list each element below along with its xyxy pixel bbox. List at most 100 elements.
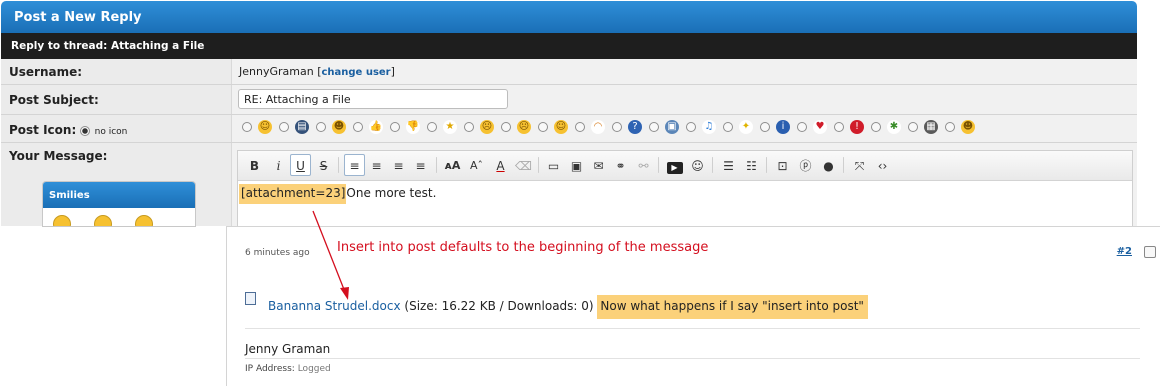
bug-icon: ✱ — [887, 119, 901, 134]
align-left-icon[interactable]: ≡ — [344, 154, 365, 176]
ip-value: Logged — [297, 364, 331, 374]
question-icon: ? — [628, 119, 642, 134]
message-editor: B i U S ≡ ≡ ≡ ≡ ᴀA Aˆ A ⌫ ▭ ▣ ✉ ⚭ ⚯ ▶ ☺ … — [237, 150, 1133, 230]
post-icon-radio[interactable] — [538, 121, 548, 132]
post-icon-radio[interactable] — [279, 121, 289, 132]
numbered-list-icon[interactable]: ☷ — [741, 154, 762, 176]
underline-button[interactable]: U — [290, 154, 311, 176]
post-icon-radio[interactable] — [242, 121, 252, 132]
thumbs-down-icon: 👎 — [406, 119, 420, 134]
post-icon-radio[interactable] — [834, 121, 844, 132]
ip-address: IP Address: Logged — [245, 364, 331, 374]
post-icon-radio[interactable] — [871, 121, 881, 132]
editor-toolbar: B i U S ≡ ≡ ≡ ≡ ᴀA Aˆ A ⌫ ▭ ▣ ✉ ⚭ ⚯ ▶ ☺ … — [238, 151, 1132, 181]
unlink-icon[interactable]: ⚯ — [633, 154, 654, 176]
source-mode-icon[interactable]: ‹› — [872, 154, 893, 176]
post-icon-radio[interactable] — [464, 121, 474, 132]
username-label: Username: — [9, 65, 83, 79]
post-icon-radio[interactable] — [612, 121, 622, 132]
music-icon: ♫ — [702, 119, 716, 134]
toolbar-divider — [712, 157, 713, 173]
font-icon[interactable]: ᴀA — [442, 154, 463, 176]
smile-icon[interactable] — [53, 215, 71, 226]
attachment-row: Bananna Strudel.docx (Size: 16.22 KB / D… — [245, 292, 868, 319]
post-number-link[interactable]: #2 — [1117, 246, 1132, 257]
post-icon-radio[interactable] — [649, 121, 659, 132]
attachment-link[interactable]: Bananna Strudel.docx — [268, 299, 401, 313]
horizontal-rule-icon[interactable]: ▭ — [543, 154, 564, 176]
cool-icon: ☺ — [554, 119, 568, 134]
quote-icon[interactable]: ● — [818, 154, 839, 176]
italic-button[interactable]: i — [268, 154, 289, 176]
username-row: Username: JennyGraman [change user] — [1, 59, 1137, 85]
info-icon: i — [776, 119, 790, 134]
email-icon[interactable]: ✉ — [588, 154, 609, 176]
post-icon-radio[interactable] — [760, 121, 770, 132]
post-icon-radio[interactable] — [686, 121, 696, 132]
image-icon[interactable]: ▣ — [566, 154, 587, 176]
align-right-icon[interactable]: ≡ — [388, 154, 409, 176]
rainbow-icon: ◠ — [591, 119, 605, 134]
maximize-icon[interactable]: ⤧ — [849, 154, 870, 176]
code-icon[interactable]: ⊡ — [772, 154, 793, 176]
post-icon-label: Post Icon: — [9, 123, 77, 137]
post-time: 6 minutes ago — [245, 248, 310, 258]
toolbar-divider — [436, 157, 437, 173]
attachment-meta: (Size: 16.22 KB / Downloads: 0) — [400, 299, 598, 313]
panel-title: Post a New Reply — [14, 10, 142, 25]
bullet-list-icon[interactable]: ☰ — [718, 154, 739, 176]
angry-icon: ☹ — [480, 119, 494, 134]
thumbs-up-icon: 👍 — [369, 119, 383, 134]
strikethrough-button[interactable]: S — [313, 154, 334, 176]
post-icon-radio[interactable] — [723, 121, 733, 132]
post-icon-radio[interactable] — [316, 121, 326, 132]
exclamation-icon: ! — [850, 119, 864, 134]
subject-value-cell — [231, 85, 1137, 114]
font-size-icon[interactable]: Aˆ — [466, 154, 487, 176]
post-icon-radio[interactable] — [427, 121, 437, 132]
post-icon-radio[interactable] — [390, 121, 400, 132]
link-icon[interactable]: ⚭ — [610, 154, 631, 176]
emoticon-icon[interactable]: ☺ — [687, 154, 708, 176]
toolbar-divider — [843, 157, 844, 173]
subject-input[interactable] — [238, 89, 508, 109]
toolbar-divider — [766, 157, 767, 173]
grin-icon: ☻ — [332, 119, 346, 134]
align-justify-icon[interactable]: ≡ — [410, 154, 431, 176]
no-icon-radio[interactable] — [80, 125, 91, 136]
post-icon-radio[interactable] — [501, 121, 511, 132]
bold-button[interactable]: B — [244, 154, 265, 176]
laugh-icon: ☻ — [961, 119, 975, 134]
toolbar-divider — [338, 157, 339, 173]
message-label: Your Message: — [9, 149, 108, 163]
post-icon-radio[interactable] — [945, 121, 955, 132]
image-icon: ▣ — [665, 119, 679, 134]
post-icon-radio[interactable] — [353, 121, 363, 132]
align-center-icon[interactable]: ≡ — [366, 154, 387, 176]
post-overlay: 6 minutes ago Insert into post defaults … — [226, 226, 1160, 386]
camera-icon: ▦ — [924, 119, 938, 134]
ip-label: IP Address: — [245, 364, 295, 374]
username-text: JennyGraman — [239, 65, 314, 78]
thread-subheader: Reply to thread: Attaching a File — [1, 33, 1137, 59]
change-user-link[interactable]: change user — [321, 67, 390, 78]
post-icon-radio[interactable] — [908, 121, 918, 132]
divider — [245, 358, 1140, 359]
text-color-icon[interactable]: A — [490, 154, 511, 176]
no-icon-label: no icon — [94, 127, 128, 137]
username-value-cell: JennyGraman [change user] — [231, 59, 1137, 84]
document-icon — [245, 292, 256, 305]
post-select-checkbox[interactable] — [1144, 246, 1156, 258]
film-icon: ▤ — [295, 119, 309, 134]
php-icon[interactable]: ⓟ — [795, 154, 816, 176]
divider — [245, 328, 1140, 329]
video-icon[interactable]: ▶ — [664, 154, 685, 176]
remove-format-icon[interactable]: ⌫ — [513, 154, 534, 176]
editor-body[interactable]: [attachment=23]One more test. — [238, 182, 1132, 229]
wink-icon[interactable] — [93, 215, 112, 226]
toolbar-divider — [658, 157, 659, 173]
post-icon-radio[interactable] — [797, 121, 807, 132]
post-icon-radio[interactable] — [575, 121, 585, 132]
cool-icon[interactable] — [134, 215, 153, 226]
annotation-text: Insert into post defaults to the beginni… — [337, 240, 709, 255]
